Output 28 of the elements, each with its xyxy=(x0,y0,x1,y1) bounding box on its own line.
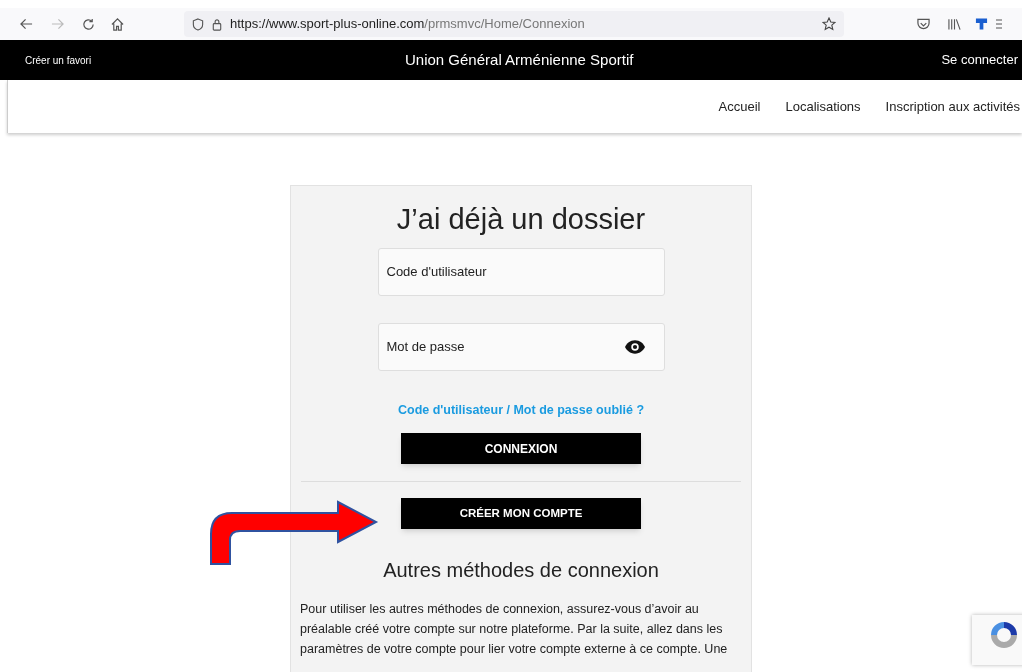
password-field[interactable]: Mot de passe xyxy=(377,322,665,371)
address-bar[interactable]: https://www.sport-plus-online.com/prmsmvc/Home/Connexion xyxy=(184,11,844,37)
library-icon[interactable] xyxy=(948,18,961,30)
login-link[interactable]: Se connecter xyxy=(941,50,1018,70)
pocket-icon[interactable] xyxy=(917,18,930,30)
info-text-line: Pour utiliser les autres méthodes de connexion, assurez-vous d’avoir au xyxy=(300,601,700,619)
connexion-button[interactable]: CONNEXION xyxy=(401,433,641,465)
info-text-line: paramètres de votre compte pour lier votre compte externe à ce compte. Une xyxy=(300,641,728,659)
url-text: https://www.sport-plus-online.com/prmsmvc/Home/Connexion xyxy=(230,15,585,34)
create-account-button[interactable]: CRÉER MON COMPTE xyxy=(401,498,641,530)
nav-link[interactable]: Inscription aux activités xyxy=(885,96,1020,117)
reload-icon[interactable] xyxy=(82,17,95,31)
login-title: J’ai déjà un dossier xyxy=(396,202,646,237)
username-field[interactable]: Code d'utilisateur xyxy=(377,247,665,296)
site-title: Union Général Arménienne Sportif xyxy=(405,49,634,70)
lock-icon xyxy=(212,17,222,31)
eye-icon[interactable] xyxy=(624,339,645,354)
recaptcha-icon xyxy=(988,619,1020,651)
star-icon[interactable] xyxy=(822,17,836,31)
home-icon[interactable] xyxy=(111,17,124,31)
section-heading: Autres méthodes de connexion xyxy=(383,558,659,584)
info-text-line: préalable créé votre compte sur notre plateforme. Par la suite, allez dans les xyxy=(300,621,724,639)
nav-link[interactable]: Localisations xyxy=(785,96,861,117)
nav-link[interactable]: Accueil xyxy=(718,96,761,117)
recaptcha-badge[interactable] xyxy=(972,615,1022,665)
shield-icon xyxy=(192,17,204,31)
back-icon[interactable] xyxy=(20,18,33,30)
favorite-link[interactable]: Créer un favori xyxy=(25,52,92,68)
